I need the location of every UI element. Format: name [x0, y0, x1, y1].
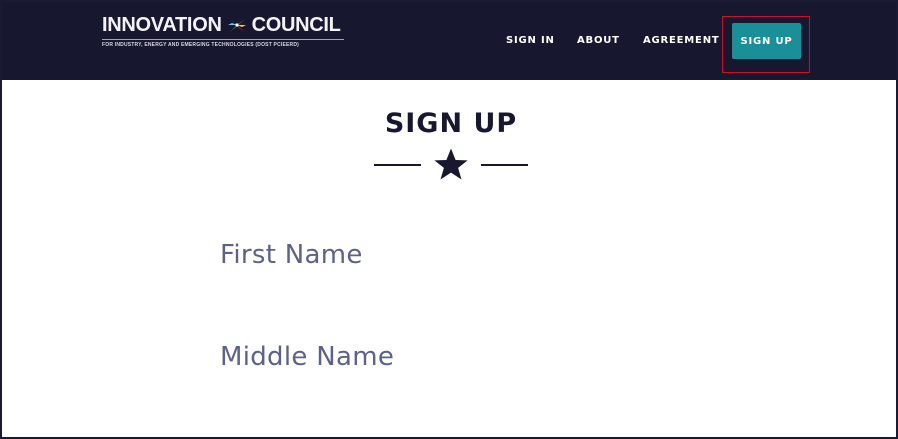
nav-sign-up-button[interactable]: SIGN UP: [732, 23, 801, 59]
nav-agreement-link[interactable]: AGREEMENT: [643, 35, 719, 46]
navbar: INNOVATION COUNCIL FOR INDUSTRY, ENERGY …: [2, 2, 896, 80]
brand-subtitle: FOR INDUSTRY, ENERGY AND EMERGING TECHNO…: [102, 42, 300, 48]
pinwheel-logo-icon: [227, 18, 246, 32]
first-name-label: First Name: [220, 240, 363, 270]
brand-underline: [102, 39, 344, 40]
page-frame: INNOVATION COUNCIL FOR INDUSTRY, ENERGY …: [0, 0, 898, 439]
divider-line-left: [374, 164, 421, 166]
nav-sign-in-link[interactable]: SIGN IN: [506, 35, 555, 46]
nav-about-link[interactable]: ABOUT: [577, 35, 620, 46]
brand[interactable]: INNOVATION COUNCIL FOR INDUSTRY, ENERGY …: [102, 12, 348, 52]
middle-name-label: Middle Name: [220, 342, 395, 372]
star-icon: [434, 148, 468, 180]
brand-title: INNOVATION COUNCIL: [102, 12, 348, 38]
brand-title-left: INNOVATION: [102, 14, 222, 36]
page-title: SIGN UP: [384, 108, 518, 139]
title-divider: [374, 147, 528, 183]
brand-title-right: COUNCIL: [251, 14, 341, 36]
divider-line-right: [481, 164, 528, 166]
